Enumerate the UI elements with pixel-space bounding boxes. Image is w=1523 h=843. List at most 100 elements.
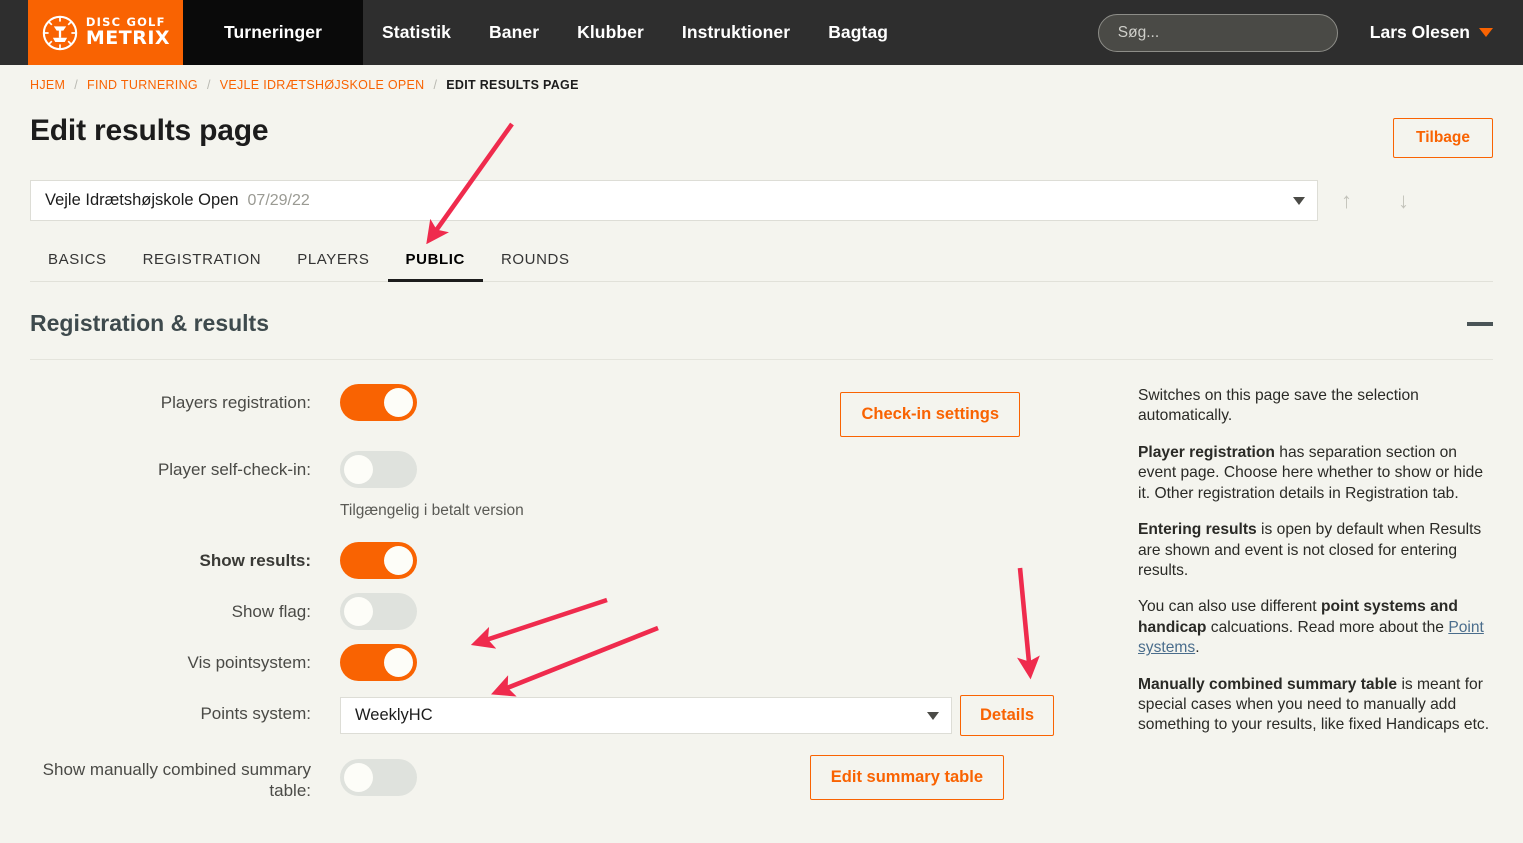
form-left-column: Players registration: Check-in settings …	[30, 384, 1100, 802]
tab-basics-label: BASICS	[48, 251, 107, 268]
section-header: Registration & results	[30, 282, 1493, 359]
help-p4-end: .	[1195, 639, 1200, 657]
player-self-checkin-label: Player self-check-in:	[157, 460, 311, 479]
form-area: Players registration: Check-in settings …	[30, 360, 1493, 802]
event-select-date: 07/29/22	[247, 191, 310, 209]
show-flag-toggle[interactable]	[340, 593, 417, 630]
checkin-settings-button[interactable]: Check-in settings	[840, 392, 1020, 437]
tab-registration[interactable]: REGISTRATION	[125, 251, 280, 282]
help-p4-pre: You can also use different	[1138, 598, 1321, 616]
nav-item-turneringer[interactable]: Turneringer	[205, 22, 341, 43]
show-manual-summary-label: Show manually combined summary table:	[42, 760, 311, 801]
points-system-select[interactable]: WeeklyHC	[340, 697, 952, 734]
help-paragraph-1: Switches on this page save the selection…	[1138, 387, 1419, 425]
tab-public[interactable]: PUBLIC	[387, 251, 483, 282]
help-paragraph-3: Entering results is open by default when…	[1138, 520, 1493, 581]
breadcrumb-item-event[interactable]: VEJLE IDRÆTSHØJSKOLE OPEN	[220, 78, 425, 92]
page-header-row: Edit results page Tilbage	[30, 114, 1493, 158]
row-show-manual-summary: Show manually combined summary table: Ed…	[30, 755, 1100, 802]
details-button[interactable]: Details	[960, 695, 1055, 736]
nav-item-statistik-label: Statistik	[382, 22, 451, 42]
row-show-results: Show results:	[30, 542, 1100, 579]
breadcrumb-separator: /	[206, 78, 211, 92]
disc-golf-basket-icon	[41, 14, 79, 52]
section-title: Registration & results	[30, 310, 269, 336]
tab-rounds-label: ROUNDS	[500, 251, 570, 268]
nav-item-klubber-label: Klubber	[577, 22, 644, 42]
toggle-knob	[384, 648, 413, 677]
page-content: HJEM / FIND TURNERING / VEJLE IDRÆTSHØJS…	[0, 65, 1523, 802]
site-logo[interactable]: DISC GOLF METRIX	[28, 0, 183, 65]
tab-players[interactable]: PLAYERS	[279, 251, 387, 282]
tab-public-label: PUBLIC	[405, 251, 465, 268]
toggle-knob	[344, 763, 373, 792]
previous-event-button[interactable]: ↑	[1318, 188, 1375, 214]
toggle-knob	[384, 388, 413, 417]
help-paragraph-4: You can also use different point systems…	[1138, 597, 1493, 658]
nav-item-turneringer-wrapper: Turneringer	[183, 0, 364, 65]
toggle-knob	[384, 546, 413, 575]
help-p2-bold: Player registration	[1138, 443, 1275, 461]
event-select[interactable]: Vejle Idrætshøjskole Open 07/29/22	[30, 180, 1318, 221]
row-player-self-checkin: Player self-check-in: Tilgængelig i beta…	[30, 451, 1100, 520]
minus-icon[interactable]	[1467, 321, 1493, 326]
chevron-down-icon	[927, 711, 939, 720]
toggle-knob	[344, 597, 373, 626]
show-results-label: Show results:	[199, 551, 311, 570]
help-paragraph-5: Manually combined summary table is meant…	[1138, 675, 1493, 736]
nav-item-bagtag-label: Bagtag	[828, 22, 889, 42]
user-menu-label: Lars Olesen	[1369, 22, 1470, 42]
next-event-button[interactable]: ↓	[1375, 188, 1432, 214]
show-results-toggle[interactable]	[340, 542, 417, 579]
tab-rounds[interactable]: ROUNDS	[483, 251, 588, 282]
points-system-label: Points system:	[200, 704, 311, 723]
player-self-checkin-toggle[interactable]	[340, 451, 417, 488]
row-points-system: Points system: WeeklyHC Details	[30, 695, 1100, 736]
search-input[interactable]	[1097, 13, 1338, 52]
nav-item-baner[interactable]: Baner	[470, 0, 558, 65]
page-title: Edit results page	[30, 114, 269, 147]
nav-item-bagtag[interactable]: Bagtag	[809, 0, 907, 65]
show-flag-label: Show flag:	[231, 602, 311, 621]
nav-item-baner-label: Baner	[489, 22, 540, 42]
breadcrumb: HJEM / FIND TURNERING / VEJLE IDRÆTSHØJS…	[30, 65, 1493, 92]
row-vis-pointsystem: Vis pointsystem:	[30, 644, 1100, 681]
row-show-flag: Show flag:	[30, 593, 1100, 630]
tab-players-label: PLAYERS	[297, 251, 370, 268]
show-manual-summary-toggle[interactable]	[340, 759, 417, 796]
event-select-name: Vejle Idrætshøjskole Open	[45, 191, 239, 209]
tab-basics[interactable]: BASICS	[30, 251, 125, 282]
row-players-registration: Players registration: Check-in settings	[30, 384, 1100, 437]
chevron-down-icon	[1479, 28, 1493, 37]
user-menu[interactable]: Lars Olesen	[1348, 0, 1523, 65]
top-navigation-bar: DISC GOLF METRIX Turneringer Statistik B…	[0, 0, 1523, 65]
back-button[interactable]: Tilbage	[1393, 118, 1493, 158]
event-selector-row: Vejle Idrætshøjskole Open 07/29/22 ↑ ↓	[30, 180, 1493, 221]
vis-pointsystem-label: Vis pointsystem:	[187, 653, 311, 672]
tab-registration-label: REGISTRATION	[142, 251, 262, 268]
tab-bar: BASICS REGISTRATION PLAYERS PUBLIC ROUND…	[30, 251, 1493, 282]
nav-item-klubber[interactable]: Klubber	[558, 0, 663, 65]
nav-item-instruktioner[interactable]: Instruktioner	[663, 0, 809, 65]
toggle-knob	[344, 455, 373, 484]
help-p5-bold: Manually combined summary table	[1138, 675, 1398, 693]
nav-item-instruktioner-label: Instruktioner	[681, 22, 791, 42]
nav-item-turneringer-label: Turneringer	[224, 22, 323, 42]
logo-line-2: METRIX	[85, 27, 171, 50]
points-system-value: WeeklyHC	[355, 706, 433, 724]
help-p4-mid: calcuations. Read more about the	[1206, 618, 1449, 636]
search-container	[1097, 0, 1348, 65]
help-paragraph-2: Player registration has separation secti…	[1138, 443, 1493, 504]
edit-summary-table-button[interactable]: Edit summary table	[809, 755, 1004, 800]
help-p3-bold: Entering results	[1138, 521, 1257, 539]
player-self-checkin-hint: Tilgængelig i betalt version	[340, 502, 524, 519]
breadcrumb-item-current: EDIT RESULTS PAGE	[446, 78, 579, 92]
breadcrumb-item-hjem[interactable]: HJEM	[30, 78, 65, 92]
vis-pointsystem-toggle[interactable]	[340, 644, 417, 681]
breadcrumb-separator: /	[74, 78, 79, 92]
breadcrumb-item-find-turnering[interactable]: FIND TURNERING	[87, 78, 198, 92]
chevron-down-icon	[1293, 196, 1305, 205]
breadcrumb-separator: /	[433, 78, 438, 92]
players-registration-toggle[interactable]	[340, 384, 417, 421]
nav-item-statistik[interactable]: Statistik	[363, 0, 470, 65]
